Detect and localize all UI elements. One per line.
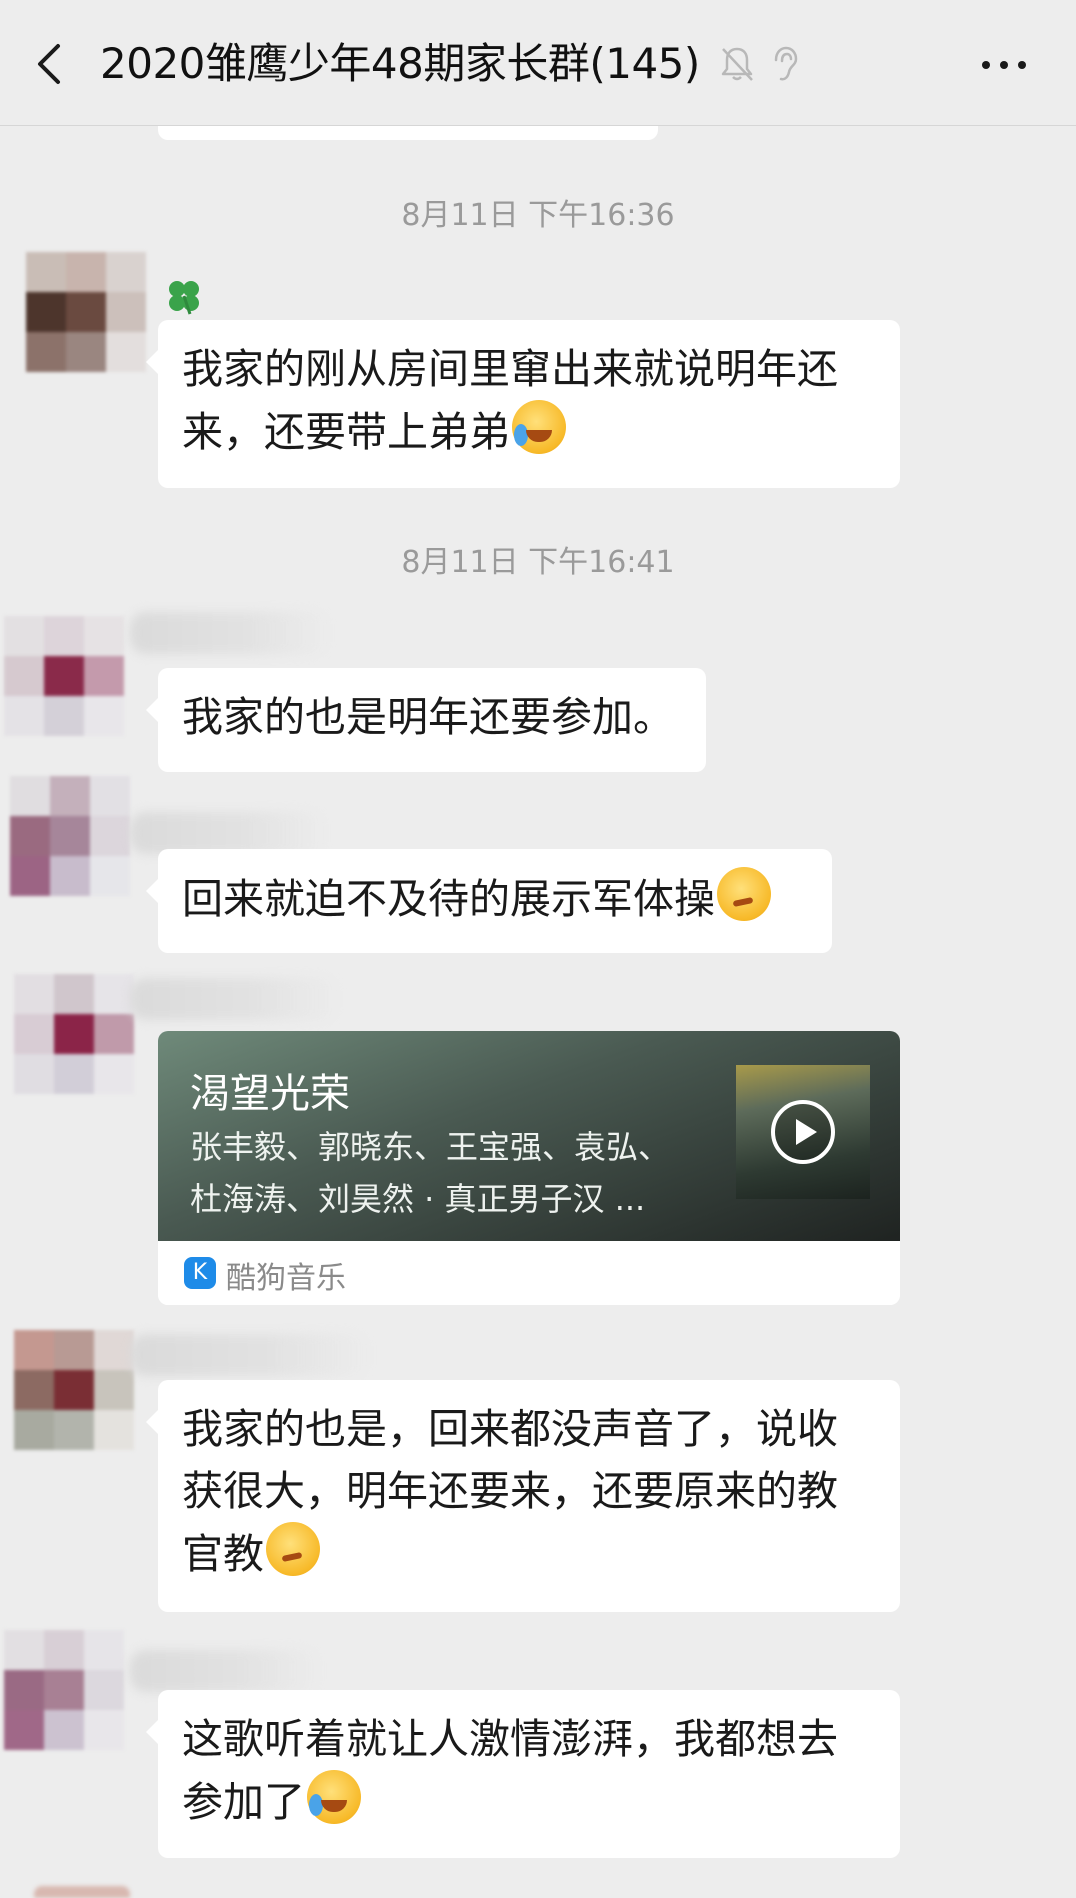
song-title: 渴望光荣 xyxy=(190,1071,350,1117)
back-button[interactable] xyxy=(26,36,76,92)
message-bubble[interactable]: 我家的刚从房间里窜出来就说明年还 来，还要带上弟弟 xyxy=(146,320,900,488)
chat-title: 2020雏鹰少年48期家长群(145) xyxy=(100,39,700,88)
clover-icon xyxy=(169,281,199,315)
crying-laughing-emoji-icon xyxy=(512,400,566,454)
song-artists-line: 杜海涛、刘昊然 · 真正男子汉 ... xyxy=(190,1180,646,1218)
music-share-card[interactable]: 渴望光荣 张丰毅、郭晓东、王宝强、袁弘、 杜海涛、刘昊然 · 真正男子汉 ...… xyxy=(158,1031,900,1305)
message-bubble[interactable]: 回来就迫不及待的展示军体操 xyxy=(146,849,832,953)
avatar[interactable] xyxy=(4,616,124,736)
thinking-face-emoji-icon xyxy=(266,1522,320,1576)
message-text: 官教 xyxy=(182,1530,264,1578)
message-text: 参加了 xyxy=(182,1778,305,1826)
message-text: 获很大，明年还要来，还要原来的教 xyxy=(182,1467,838,1515)
sender-name-blurred xyxy=(130,1650,320,1692)
sender-name-blurred xyxy=(130,1334,370,1376)
music-source-label: 酷狗音乐 xyxy=(226,1261,346,1296)
chevron-left-icon xyxy=(38,44,60,84)
avatar[interactable] xyxy=(4,1630,124,1750)
message-bubble[interactable]: 这歌听着就让人激情澎湃，我都想去 参加了 xyxy=(146,1690,900,1858)
more-dot xyxy=(1000,61,1008,69)
sender-name-blurred xyxy=(130,812,326,854)
message-text: 我家的刚从房间里窜出来就说明年还 xyxy=(182,345,838,393)
kugou-logo-icon: K xyxy=(184,1257,216,1289)
message-text: 我家的也是，回来都没声音了，说收 xyxy=(182,1405,838,1453)
more-button[interactable] xyxy=(978,44,1030,84)
more-dot xyxy=(1018,61,1026,69)
crying-laughing-emoji-icon xyxy=(307,1770,361,1824)
sender-name-blurred xyxy=(130,612,330,654)
timestamp: 8月11日 下午16:36 xyxy=(401,198,675,233)
message-text: 这歌听着就让人激情澎湃，我都想去 xyxy=(182,1715,838,1763)
avatar[interactable] xyxy=(34,1886,130,1898)
timestamp: 8月11日 下午16:41 xyxy=(401,545,675,580)
thinking-face-emoji-icon xyxy=(717,867,771,921)
message-bubble[interactable]: 我家的也是明年还要参加。 xyxy=(146,668,706,772)
music-card-footer: K 酷狗音乐 xyxy=(158,1241,900,1305)
play-icon[interactable] xyxy=(770,1099,836,1165)
message-text: 来，还要带上弟弟 xyxy=(182,408,510,456)
message-text: 回来就迫不及待的展示军体操 xyxy=(182,875,715,923)
ear-icon xyxy=(774,46,798,81)
bell-mute-icon xyxy=(721,47,753,81)
avatar[interactable] xyxy=(26,252,146,372)
avatar[interactable] xyxy=(14,1330,134,1450)
song-artists: 张丰毅、郭晓东、王宝强、袁弘、 杜海涛、刘昊然 · 真正男子汉 ... xyxy=(190,1121,710,1225)
message-bubble[interactable]: 我家的也是，回来都没声音了，说收 获很大，明年还要来，还要原来的教 官教 xyxy=(146,1380,900,1612)
avatar[interactable] xyxy=(10,776,130,896)
album-cover[interactable] xyxy=(736,1065,870,1199)
more-dots-icon xyxy=(982,61,990,69)
avatar[interactable] xyxy=(14,974,134,1094)
chat-header: 2020雏鹰少年48期家长群(145) xyxy=(0,0,1076,126)
sender-name-blurred xyxy=(130,978,340,1020)
message-text: 我家的也是明年还要参加。 xyxy=(182,693,674,741)
song-artists-line: 张丰毅、郭晓东、王宝强、袁弘、 xyxy=(190,1128,671,1166)
